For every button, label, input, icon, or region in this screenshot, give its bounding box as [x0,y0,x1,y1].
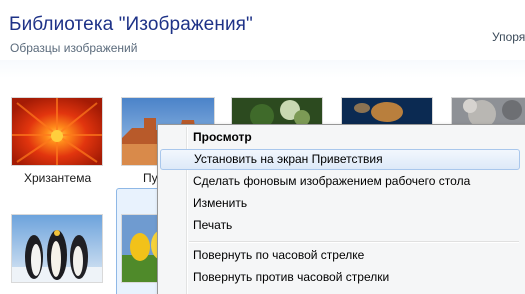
hydrangeas-thumbnail[interactable] [231,97,323,127]
chrysanthemum-thumbnail[interactable] [11,97,103,166]
menu-separator [189,241,519,243]
jellyfish-thumbnail[interactable] [341,97,433,127]
menu-item-preview[interactable]: Просмотр [160,127,520,148]
thumbnail-label[interactable]: Хризантема [24,171,91,185]
menu-item-rotate-clockwise[interactable]: Повернуть по часовой стрелке [160,245,520,266]
arrange-by-link[interactable]: Упоря [492,30,525,44]
library-subtitle: Образцы изображений [10,41,138,55]
context-menu: Просмотр Установить на экран Приветствия… [157,124,525,294]
menu-item-set-logon-screen[interactable]: Установить на экран Приветствия [160,149,520,170]
menu-item-set-desktop-background[interactable]: Сделать фоновым изображением рабочего ст… [160,171,520,192]
penguins-thumbnail[interactable] [11,214,103,283]
explorer-window: Библиотека "Изображения" Образцы изображ… [0,0,525,294]
header-divider [0,60,525,78]
koala-thumbnail[interactable] [451,97,525,127]
menu-item-rotate-counterclockwise[interactable]: Повернуть против часовой стрелки [160,267,520,288]
menu-item-edit[interactable]: Изменить [160,193,520,214]
thumbnail-label[interactable]: Пу [143,171,158,185]
menu-item-print[interactable]: Печать [160,215,520,236]
library-title: Библиотека "Изображения" [9,14,253,35]
